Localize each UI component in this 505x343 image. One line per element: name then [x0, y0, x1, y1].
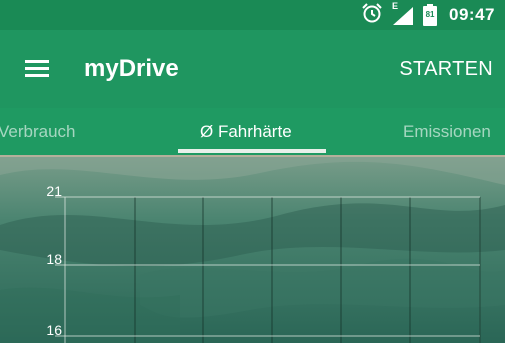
status-time: 09:47 [449, 5, 495, 24]
status-bar: E 81 09:47 [0, 0, 505, 30]
app-bar: myDrive STARTEN [0, 30, 505, 108]
tab-bar: Verbrauch Ø Fahrhärte Emissionen [0, 108, 505, 155]
status-icons: E 81 09:47 [361, 1, 495, 29]
alarm-icon [361, 2, 383, 29]
tab-verbrauch[interactable]: Verbrauch [0, 122, 76, 142]
menu-icon [25, 60, 49, 77]
menu-button[interactable] [22, 57, 54, 81]
y-tick-label: 21 [46, 183, 62, 199]
battery-level: 81 [425, 10, 435, 19]
signal-icon: E [391, 1, 415, 26]
app-title: myDrive [84, 55, 179, 82]
tab-indicator [178, 149, 326, 153]
y-tick-label: 18 [46, 251, 62, 267]
battery-icon: 81 [423, 4, 438, 26]
tab-fahrhaerte[interactable]: Ø Fahrhärte [200, 122, 292, 142]
chart-area: 21 18 16 [0, 155, 505, 343]
network-type-label: E [392, 1, 399, 11]
line-chart: 21 18 16 [46, 183, 481, 343]
tab-emissionen[interactable]: Emissionen [403, 122, 491, 142]
y-tick-label: 16 [46, 322, 62, 338]
start-button[interactable]: STARTEN [399, 58, 493, 81]
